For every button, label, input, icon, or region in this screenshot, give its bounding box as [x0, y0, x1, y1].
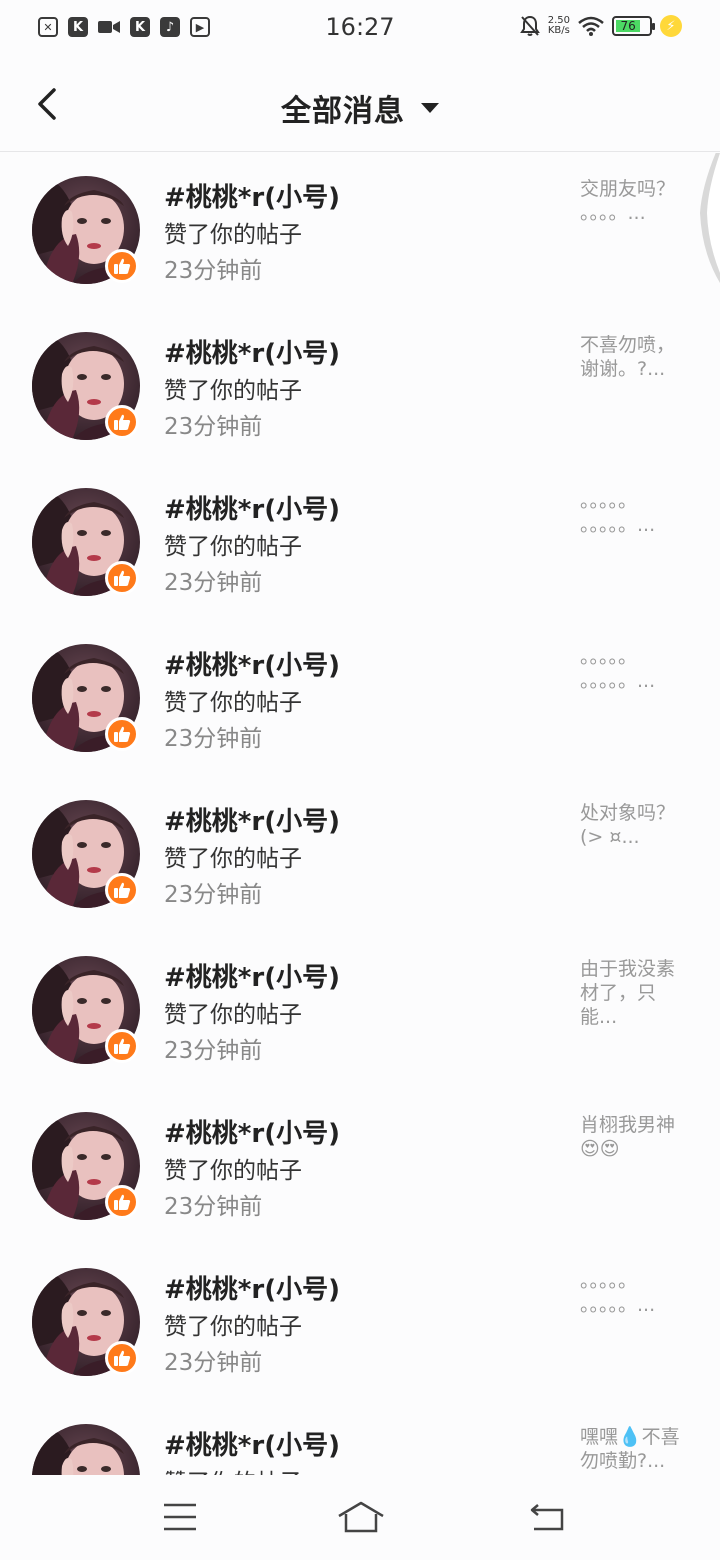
sender-name[interactable]: #桃桃*r(小号) [164, 177, 340, 214]
message-time: 23分钟前 [164, 570, 263, 596]
message-action: 赞了你的帖子 [164, 1314, 302, 1340]
message-time: 23分钟前 [164, 258, 263, 284]
mute-bell-icon [519, 15, 540, 36]
message-action: 赞了你的帖子 [164, 690, 302, 716]
message-row[interactable]: #桃桃*r(小号) 赞了你的帖子 23分钟前 。。。。。 。。。。。... [0, 465, 720, 621]
sender-name[interactable]: #桃桃*r(小号) [164, 645, 340, 682]
message-row[interactable]: #桃桃*r(小号) 赞了你的帖子 23分钟前 。。。。。 。。。。。... [0, 1245, 720, 1401]
message-time: 23分钟前 [164, 414, 263, 440]
like-badge [105, 249, 139, 283]
message-time: 23分钟前 [164, 882, 263, 908]
message-list[interactable]: #桃桃*r(小号) 赞了你的帖子 23分钟前 交朋友吗？ 。。。。... #桃桃… [0, 153, 720, 1475]
net-speed-unit: KB/s [547, 25, 570, 36]
status-bar: ✕ K K ♪ ▶ 16:27 2.50 KB/s 76 ⚡ [0, 0, 720, 56]
wifi-icon [578, 16, 604, 36]
like-badge [105, 561, 139, 595]
post-preview[interactable]: 交朋友吗？ 。。。。... [580, 177, 694, 225]
like-badge [105, 873, 139, 907]
thumbs-up-icon [114, 1038, 131, 1054]
message-action: 赞了你的帖子 [164, 534, 302, 560]
message-action: 赞了你的帖子 [164, 846, 302, 872]
page-title: 全部消息 [281, 94, 405, 129]
charging-bolt-icon: ⚡ [660, 15, 682, 37]
post-preview[interactable]: 肖栩我男神😍😍 [580, 1113, 690, 1161]
back-icon [530, 1504, 564, 1531]
like-badge [105, 717, 139, 751]
message-action: 赞了你的帖子 [164, 222, 302, 248]
message-row[interactable]: #桃桃*r(小号) 赞了你的帖子 23分钟前 。。。。。 。。。。。... [0, 621, 720, 777]
message-row[interactable]: #桃桃*r(小号) 赞了你的帖子 23分钟前 嘿嘿💧不喜勿喷勤?... [0, 1401, 720, 1475]
message-action: 赞了你的帖子 [164, 1463, 302, 1475]
avatar[interactable] [32, 1424, 140, 1475]
message-action: 赞了你的帖子 [164, 1158, 302, 1184]
post-preview[interactable]: 由于我没素材了，只能... [580, 957, 690, 1029]
post-preview[interactable]: 。。。。。 。。。。。... [580, 1269, 690, 1317]
like-badge [105, 1185, 139, 1219]
thumbs-up-icon [114, 882, 131, 898]
avatar-photo [32, 1424, 140, 1475]
system-nav-bar [0, 1475, 720, 1560]
sender-name[interactable]: #桃桃*r(小号) [164, 1269, 340, 1306]
status-right-icons: 2.50 KB/s 76 ⚡ [519, 15, 682, 37]
post-preview[interactable]: 嘿嘿💧不喜勿喷勤?... [580, 1425, 690, 1473]
message-time: 23分钟前 [164, 726, 263, 752]
like-badge [105, 405, 139, 439]
message-row[interactable]: #桃桃*r(小号) 赞了你的帖子 23分钟前 处对象吗？(> ¤... [0, 777, 720, 933]
home-icon [338, 1501, 384, 1533]
sender-name[interactable]: #桃桃*r(小号) [164, 1425, 340, 1462]
top-bar: 全部消息 [0, 56, 720, 152]
sender-name[interactable]: #桃桃*r(小号) [164, 333, 340, 370]
message-time: 23分钟前 [164, 1038, 263, 1064]
sender-name[interactable]: #桃桃*r(小号) [164, 801, 340, 838]
message-action: 赞了你的帖子 [164, 378, 302, 404]
message-filter-dropdown[interactable]: 全部消息 [0, 86, 720, 130]
post-preview[interactable]: 。。。。。 。。。。。... [580, 489, 690, 537]
message-action: 赞了你的帖子 [164, 1002, 302, 1028]
like-badge [105, 1029, 139, 1063]
thumbs-up-icon [114, 1350, 131, 1366]
message-row[interactable]: #桃桃*r(小号) 赞了你的帖子 23分钟前 不喜勿喷，谢谢。?... [0, 309, 720, 465]
post-preview[interactable]: 不喜勿喷，谢谢。?... [580, 333, 690, 381]
message-row[interactable]: #桃桃*r(小号) 赞了你的帖子 23分钟前 交朋友吗？ 。。。。... [0, 153, 720, 309]
caret-down-icon [421, 103, 439, 113]
post-preview[interactable]: 处对象吗？(> ¤... [580, 801, 690, 849]
net-speed: 2.50 KB/s [548, 16, 570, 36]
message-time: 23分钟前 [164, 1350, 263, 1376]
thumbs-up-icon [114, 570, 131, 586]
thumbs-up-icon [114, 258, 131, 274]
back-nav-button[interactable] [528, 1499, 568, 1535]
battery-icon: 76 [612, 16, 655, 36]
post-preview[interactable]: 。。。。。 。。。。。... [580, 645, 690, 693]
like-badge [105, 1341, 139, 1375]
sender-name[interactable]: #桃桃*r(小号) [164, 489, 340, 526]
message-row[interactable]: #桃桃*r(小号) 赞了你的帖子 23分钟前 肖栩我男神😍😍 [0, 1089, 720, 1245]
thumbs-up-icon [114, 726, 131, 742]
menu-icon [164, 1503, 196, 1531]
battery-level: 76 [616, 19, 641, 33]
message-time: 23分钟前 [164, 1194, 263, 1220]
thumbs-up-icon [114, 414, 131, 430]
sender-name[interactable]: #桃桃*r(小号) [164, 1113, 340, 1150]
message-row[interactable]: #桃桃*r(小号) 赞了你的帖子 23分钟前 由于我没素材了，只能... [0, 933, 720, 1089]
menu-button[interactable] [160, 1499, 200, 1535]
home-button[interactable] [336, 1499, 386, 1535]
thumbs-up-icon [114, 1194, 131, 1210]
sender-name[interactable]: #桃桃*r(小号) [164, 957, 340, 994]
